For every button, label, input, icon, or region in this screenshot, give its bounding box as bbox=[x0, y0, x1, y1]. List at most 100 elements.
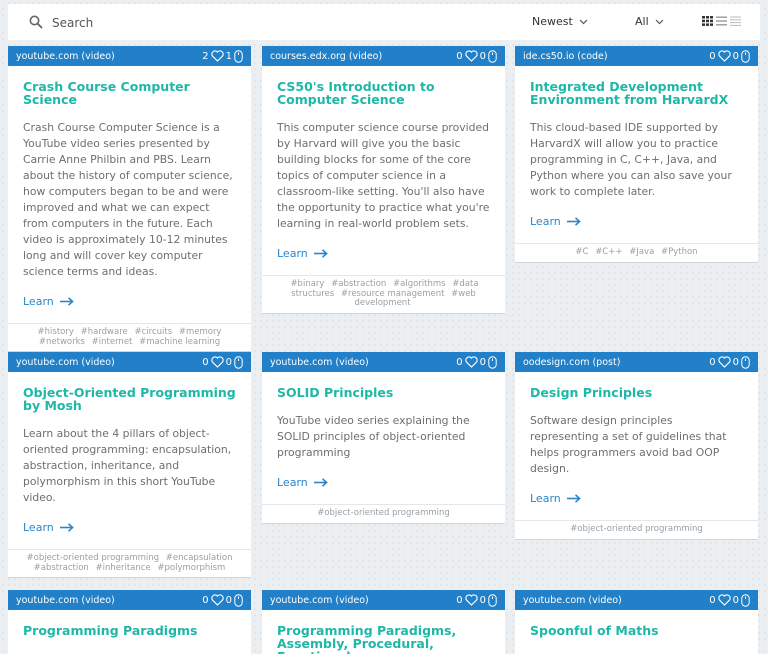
card-tags: #C #C++ #Java #Python bbox=[515, 243, 758, 262]
learn-link-label: Learn bbox=[23, 521, 54, 534]
tag[interactable]: #object-oriented programming bbox=[317, 508, 450, 518]
tag[interactable]: #binary bbox=[290, 279, 324, 289]
view-mode-switcher bbox=[702, 16, 741, 26]
learn-link-label: Learn bbox=[23, 295, 54, 308]
heart-icon[interactable] bbox=[464, 356, 478, 368]
tag[interactable]: #polymorphism bbox=[157, 563, 225, 573]
card-body: Design Principles Software design princi… bbox=[515, 372, 758, 505]
card-title[interactable]: Design Principles bbox=[530, 386, 743, 399]
card-source[interactable]: youtube.com (video) bbox=[270, 595, 369, 606]
card-title[interactable]: Object-Oriented Programming by Mosh bbox=[23, 386, 236, 412]
arrow-right-icon bbox=[313, 249, 328, 258]
tag[interactable]: #C bbox=[575, 247, 588, 257]
tag[interactable]: #algorithms bbox=[393, 279, 446, 289]
card-source[interactable]: courses.edx.org (video) bbox=[270, 51, 382, 62]
heart-icon[interactable] bbox=[210, 50, 224, 62]
card-title[interactable]: SOLID Principles bbox=[277, 386, 490, 399]
learn-link[interactable]: Learn bbox=[277, 476, 490, 489]
heart-icon[interactable] bbox=[717, 594, 731, 606]
tag[interactable]: #object-oriented programming bbox=[27, 553, 160, 563]
card-title[interactable]: Spoonful of Maths bbox=[530, 624, 743, 637]
learn-link[interactable]: Learn bbox=[277, 247, 490, 260]
tag[interactable]: #resource management bbox=[341, 289, 445, 299]
tag[interactable]: #inheritance bbox=[96, 563, 151, 573]
resource-card: youtube.com (video) 0 0 Programming Para… bbox=[8, 590, 251, 654]
tag[interactable]: #networks bbox=[39, 337, 85, 347]
card-source[interactable]: youtube.com (video) bbox=[523, 595, 622, 606]
learn-link[interactable]: Learn bbox=[530, 215, 743, 228]
tag[interactable]: #object-oriented programming bbox=[570, 524, 703, 534]
list-view-icon[interactable] bbox=[716, 16, 727, 26]
card-description: This cloud-based IDE supported by Harvar… bbox=[530, 121, 732, 198]
tag[interactable]: #circuits bbox=[134, 327, 172, 337]
search-icon[interactable] bbox=[29, 15, 43, 29]
card-title[interactable]: Crash Course Computer Science bbox=[23, 80, 236, 106]
heart-icon[interactable] bbox=[464, 594, 478, 606]
learn-link-label: Learn bbox=[277, 476, 308, 489]
click-count: 0 bbox=[225, 356, 232, 368]
mouse-icon bbox=[234, 355, 243, 369]
search-input[interactable] bbox=[52, 13, 352, 33]
heart-icon[interactable] bbox=[464, 50, 478, 62]
like-count: 0 bbox=[456, 50, 463, 62]
sort-dropdown[interactable]: Newest bbox=[532, 15, 588, 28]
learn-link-label: Learn bbox=[530, 215, 561, 228]
card-source[interactable]: youtube.com (video) bbox=[16, 595, 115, 606]
card-stats: 0 0 bbox=[709, 49, 750, 63]
tag[interactable]: #C++ bbox=[595, 247, 622, 257]
like-count: 0 bbox=[456, 594, 463, 606]
compact-list-view-icon[interactable] bbox=[730, 16, 741, 26]
card-body: Programming Paradigms bbox=[8, 610, 251, 637]
tag[interactable]: #abstraction bbox=[34, 563, 89, 573]
card-body: Crash Course Computer Science Crash Cour… bbox=[8, 66, 251, 308]
grid-view-icon[interactable] bbox=[702, 16, 713, 26]
tag[interactable]: #memory bbox=[179, 327, 222, 337]
mouse-icon bbox=[741, 49, 750, 63]
card-source[interactable]: oodesign.com (post) bbox=[523, 357, 620, 368]
heart-icon[interactable] bbox=[210, 356, 224, 368]
tag[interactable]: #abstraction bbox=[331, 279, 386, 289]
mouse-icon bbox=[488, 355, 497, 369]
learn-link[interactable]: Learn bbox=[530, 492, 743, 505]
tag[interactable]: #hardware bbox=[81, 327, 128, 337]
resource-card: youtube.com (video) 0 0 SOLID Principles… bbox=[262, 352, 505, 524]
card-stats: 0 0 bbox=[456, 355, 497, 369]
card-header: youtube.com (video) 0 0 bbox=[262, 590, 505, 610]
card-source[interactable]: youtube.com (video) bbox=[16, 357, 115, 368]
tag[interactable]: #Python bbox=[661, 247, 698, 257]
like-count: 2 bbox=[202, 50, 209, 62]
card-source[interactable]: youtube.com (video) bbox=[16, 51, 115, 62]
card-title[interactable]: CS50's Introduction to Computer Science bbox=[277, 80, 490, 106]
learn-link[interactable]: Learn bbox=[23, 521, 236, 534]
tag[interactable]: #machine learning bbox=[139, 337, 220, 347]
tag[interactable]: #internet bbox=[92, 337, 133, 347]
like-count: 0 bbox=[709, 356, 716, 368]
chevron-down-icon bbox=[655, 19, 664, 24]
tag[interactable]: #encapsulation bbox=[166, 553, 233, 563]
card-source[interactable]: ide.cs50.io (code) bbox=[523, 51, 608, 62]
arrow-right-icon bbox=[566, 217, 581, 226]
heart-icon[interactable] bbox=[717, 356, 731, 368]
learn-link[interactable]: Learn bbox=[23, 295, 236, 308]
card-title[interactable]: Programming Paradigms bbox=[23, 624, 236, 637]
card-source[interactable]: youtube.com (video) bbox=[270, 357, 369, 368]
click-count: 0 bbox=[732, 50, 739, 62]
heart-icon[interactable] bbox=[210, 594, 224, 606]
resource-card: youtube.com (video) 2 1 Crash Course Com… bbox=[8, 46, 251, 352]
click-count: 0 bbox=[225, 594, 232, 606]
card-title[interactable]: Integrated Development Environment from … bbox=[530, 80, 743, 106]
tag[interactable]: #Java bbox=[629, 247, 654, 257]
tag[interactable]: #history bbox=[38, 327, 74, 337]
chevron-down-icon bbox=[579, 19, 588, 24]
card-description: Crash Course Computer Science is a YouTu… bbox=[23, 121, 233, 278]
top-toolbar: Newest All bbox=[8, 4, 760, 40]
card-title[interactable]: Programming Paradigms, Assembly, Procedu… bbox=[277, 624, 490, 654]
mouse-icon bbox=[488, 49, 497, 63]
card-header: youtube.com (video) 0 0 bbox=[8, 352, 251, 372]
filter-dropdown[interactable]: All bbox=[635, 15, 664, 28]
arrow-right-icon bbox=[566, 494, 581, 503]
click-count: 0 bbox=[479, 356, 486, 368]
heart-icon[interactable] bbox=[717, 50, 731, 62]
card-body: SOLID Principles YouTube video series ex… bbox=[262, 372, 505, 489]
arrow-right-icon bbox=[59, 523, 74, 532]
